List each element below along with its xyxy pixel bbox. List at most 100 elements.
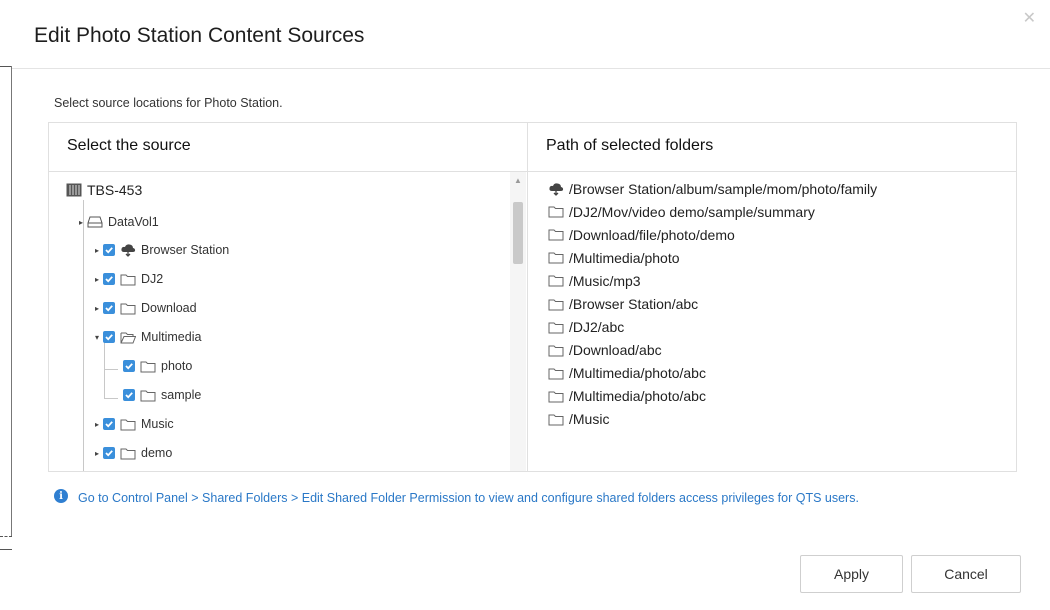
drive-icon: [87, 216, 103, 228]
path-item: /Multimedia/photo/abc: [548, 385, 1006, 408]
apply-button[interactable]: Apply: [800, 555, 903, 593]
expand-arrow-icon[interactable]: ▸: [95, 449, 103, 458]
folder-icon: [548, 367, 564, 380]
tree-item-label: Download: [141, 301, 197, 315]
tree-item-label: demo: [141, 446, 173, 460]
folder-icon: [548, 321, 564, 334]
folder-icon: [548, 298, 564, 311]
path-item: /DJ2/abc: [548, 316, 1006, 339]
tree-item-label: Music: [141, 417, 174, 431]
edge-line: [0, 549, 12, 550]
tree-scrollbar[interactable]: ▲: [510, 172, 526, 471]
folder-icon: [140, 389, 156, 402]
tree-item-label: Multimedia: [141, 330, 202, 344]
dialog-title: Edit Photo Station Content Sources: [34, 24, 365, 47]
tree-item-download[interactable]: ▸ Download: [95, 301, 197, 315]
folder-icon: [548, 274, 564, 287]
tree-item-music[interactable]: ▸ Music: [95, 417, 174, 431]
expand-arrow-icon[interactable]: ▸: [79, 218, 87, 227]
nas-icon: [66, 183, 82, 197]
tree-item-label: DJ2: [141, 272, 164, 286]
tree-connector: [83, 200, 84, 471]
tree-item-browser-station[interactable]: ▸ Browser Station: [95, 243, 229, 257]
tree-item-label: Browser Station: [141, 243, 230, 257]
scrollbar-thumb[interactable]: [513, 202, 523, 264]
folder-open-icon: [120, 331, 136, 344]
path-text: /Music: [569, 411, 610, 428]
path-text: /Download/abc: [569, 342, 662, 359]
selected-paths-title: Path of selected folders: [546, 137, 714, 154]
path-item: /Music/mp3: [548, 269, 1006, 292]
checkbox-checked[interactable]: [103, 447, 115, 459]
checkbox-checked[interactable]: [103, 418, 115, 430]
path-text: /Download/file/photo/demo: [569, 226, 735, 243]
folder-icon: [548, 205, 564, 218]
path-text: /DJ2/Mov/video demo/sample/summary: [569, 203, 815, 220]
expand-arrow-icon[interactable]: ▸: [95, 275, 103, 284]
folder-icon: [548, 344, 564, 357]
instruction-text: Select source locations for Photo Statio…: [54, 96, 283, 110]
cloud-folder-icon: [548, 182, 564, 196]
tree-item-label: sample: [161, 388, 202, 402]
tree-item-photo[interactable]: photo: [123, 359, 192, 373]
expand-arrow-icon[interactable]: ▸: [95, 246, 103, 255]
source-panel: Select the source TBS-453 ▸ DataVol1 ▸ B…: [48, 122, 1017, 472]
tree-item-sample[interactable]: sample: [123, 388, 201, 402]
folder-icon: [120, 302, 136, 315]
folder-icon: [548, 413, 564, 426]
path-item: /Multimedia/photo/abc: [548, 362, 1006, 385]
folder-icon: [120, 273, 136, 286]
selected-paths-pane: Path of selected folders /Browser Statio…: [528, 123, 1016, 471]
path-item: /Browser Station/abc: [548, 292, 1006, 315]
source-tree-header: Select the source: [49, 123, 527, 172]
tree-root-label: TBS-453: [87, 182, 143, 198]
source-tree-title: Select the source: [67, 137, 191, 154]
title-divider: [12, 68, 1050, 69]
expand-arrow-icon[interactable]: ▸: [95, 304, 103, 313]
folder-icon: [140, 360, 156, 373]
checkbox-checked[interactable]: [103, 302, 115, 314]
checkbox-checked[interactable]: [123, 360, 135, 372]
path-text: /Browser Station/abc: [569, 296, 699, 313]
info-text[interactable]: Go to Control Panel > Shared Folders > E…: [78, 488, 1013, 509]
path-item: /DJ2/Mov/video demo/sample/summary: [548, 200, 1006, 223]
path-item: /Download/file/photo/demo: [548, 223, 1006, 246]
cancel-button[interactable]: Cancel: [911, 555, 1021, 593]
path-item: /Browser Station/album/sample/mom/photo/…: [548, 177, 1006, 200]
path-item: /Download/abc: [548, 339, 1006, 362]
folder-icon: [548, 251, 564, 264]
tree-item-datavol1[interactable]: ▸ DataVol1: [79, 215, 159, 229]
close-icon[interactable]: ✕: [1023, 8, 1036, 28]
folder-icon: [548, 228, 564, 241]
path-item: /Music: [548, 408, 1006, 431]
tree-item-label: DataVol1: [108, 215, 159, 229]
content-sources-dialog: ✕ Edit Photo Station Content Sources Sel…: [12, 0, 1050, 610]
path-text: /Multimedia/photo/abc: [569, 365, 706, 382]
source-tree-pane: Select the source TBS-453 ▸ DataVol1 ▸ B…: [49, 123, 528, 471]
folder-icon: [548, 390, 564, 403]
tree-root-nas[interactable]: TBS-453: [66, 182, 142, 198]
tree-connector: [104, 398, 118, 399]
selected-paths-header: Path of selected folders: [528, 123, 1016, 172]
checkbox-checked[interactable]: [103, 331, 115, 343]
tree-item-dj2[interactable]: ▸ DJ2: [95, 272, 163, 286]
collapse-arrow-icon[interactable]: ▾: [95, 333, 103, 342]
folder-icon: [120, 447, 136, 460]
checkbox-checked[interactable]: [103, 244, 115, 256]
expand-arrow-icon[interactable]: ▸: [95, 420, 103, 429]
tree-item-demo[interactable]: ▸ demo: [95, 446, 172, 460]
path-text: /DJ2/abc: [569, 319, 625, 336]
checkbox-checked[interactable]: [123, 389, 135, 401]
tree-item-label: photo: [161, 359, 193, 373]
info-icon: i: [54, 489, 68, 503]
folder-icon: [120, 418, 136, 431]
selected-paths-list: /Browser Station/album/sample/mom/photo/…: [548, 177, 1006, 431]
scroll-up-icon[interactable]: ▲: [514, 176, 522, 185]
tree-item-multimedia[interactable]: ▾ Multimedia: [95, 330, 201, 344]
path-text: /Multimedia/photo/abc: [569, 388, 706, 405]
path-text: /Multimedia/photo: [569, 249, 680, 266]
folder-tree: TBS-453 ▸ DataVol1 ▸ Browser Station ▸ D…: [49, 172, 509, 471]
checkbox-checked[interactable]: [103, 273, 115, 285]
path-item: /Multimedia/photo: [548, 246, 1006, 269]
tree-connector: [104, 369, 118, 370]
